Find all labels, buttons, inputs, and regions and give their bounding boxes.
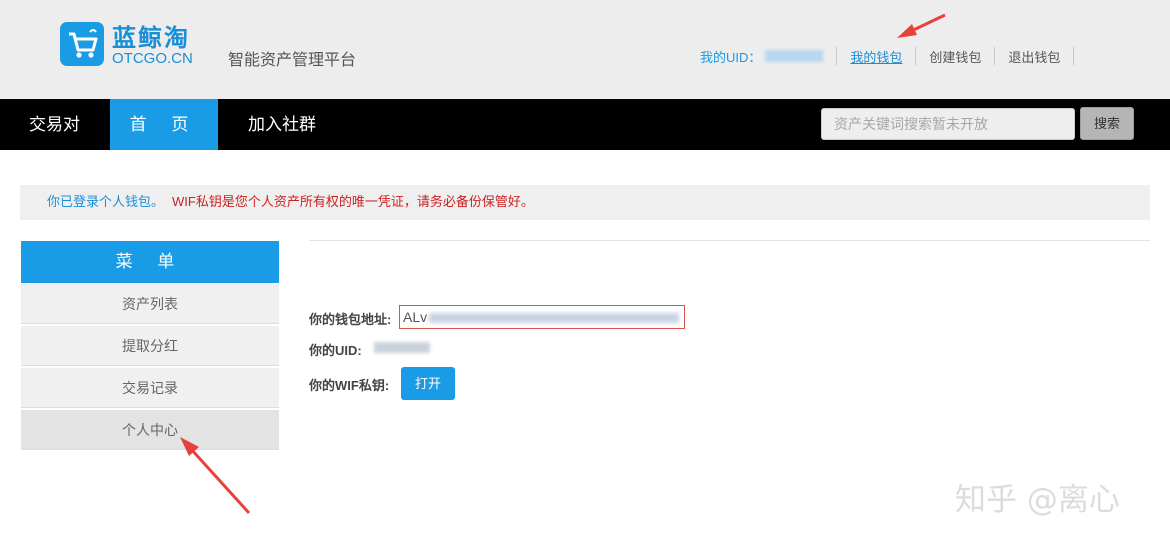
arrow-to-my-wallet-icon bbox=[897, 13, 946, 38]
annotation-arrows bbox=[180, 13, 946, 515]
arrow-to-personal-center-icon bbox=[180, 437, 251, 515]
